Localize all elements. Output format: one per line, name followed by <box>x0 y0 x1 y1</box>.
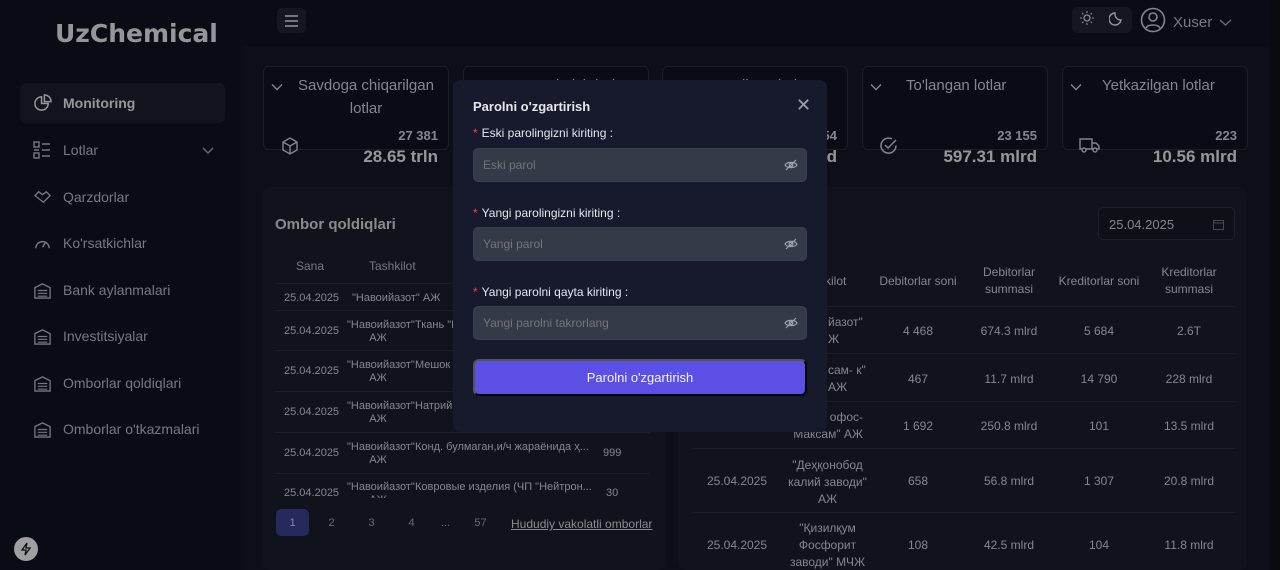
old-password-input[interactable] <box>473 148 807 182</box>
eye-off-icon[interactable] <box>784 158 798 172</box>
required-mark: * <box>473 285 478 299</box>
new-password-input[interactable] <box>473 227 807 261</box>
repeat-password-label: * Yangi parolni qayta kiriting : <box>473 285 628 299</box>
label-text: Yangi parolni qayta kiriting : <box>481 285 629 299</box>
required-mark: * <box>473 206 478 220</box>
eye-off-icon[interactable] <box>784 316 798 330</box>
close-icon[interactable]: ✕ <box>796 95 811 116</box>
required-mark: * <box>473 126 478 140</box>
eye-off-icon[interactable] <box>784 237 798 251</box>
old-password-label: * Eski parolingizni kiriting : <box>473 126 613 140</box>
repeat-password-input[interactable] <box>473 306 807 340</box>
modal-title: Parolni o'zgartirish <box>473 99 591 114</box>
change-password-button[interactable]: Parolni o'zgartirish <box>473 359 807 396</box>
new-password-label: * Yangi parolingizni kiriting : <box>473 206 620 220</box>
label-text: Yangi parolingizni kiriting : <box>481 206 621 220</box>
label-text: Eski parolingizni kiriting : <box>481 126 614 140</box>
change-password-modal: Parolni o'zgartirish ✕ * Eski parolingizn… <box>453 80 827 432</box>
